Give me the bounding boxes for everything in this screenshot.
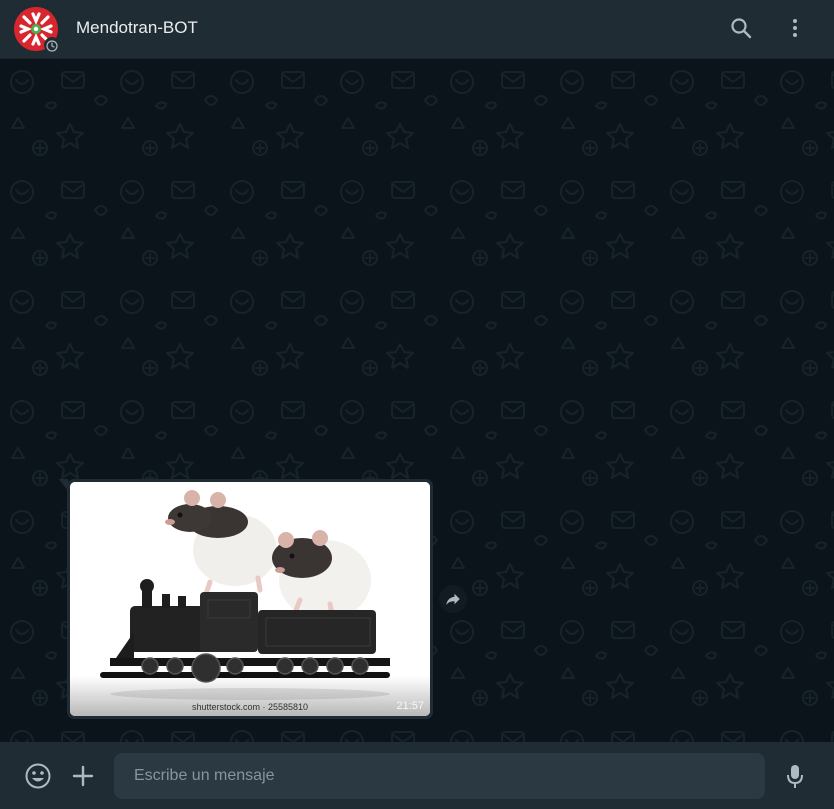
menu-button[interactable] xyxy=(781,14,809,42)
message-input-box[interactable] xyxy=(114,753,765,799)
composer-bar xyxy=(0,742,834,809)
microphone-icon xyxy=(787,765,803,788)
plus-icon xyxy=(72,765,94,787)
emoji-icon xyxy=(25,763,51,789)
chat-title[interactable]: Mendotran-BOT xyxy=(76,17,198,39)
image-watermark: shutterstock.com · 25585810 xyxy=(191,702,309,712)
message-timestamp: 21:57 xyxy=(396,700,424,712)
search-button[interactable] xyxy=(727,14,755,42)
image-message-bubble[interactable]: shutterstock.com · 25585810 21:57 xyxy=(59,479,433,719)
kebab-menu-icon xyxy=(793,19,797,37)
voice-message-button[interactable] xyxy=(780,761,810,791)
search-icon xyxy=(731,18,752,39)
chat-header: Mendotran-BOT xyxy=(0,0,834,59)
emoji-button[interactable] xyxy=(23,761,53,791)
conversation-panel[interactable]: shutterstock.com · 25585810 21:57 xyxy=(0,60,834,742)
bubble-tail xyxy=(59,479,68,491)
message-image[interactable]: shutterstock.com · 25585810 21:57 xyxy=(70,482,430,716)
avatar[interactable] xyxy=(14,7,60,53)
forward-icon xyxy=(446,593,460,605)
forward-button[interactable] xyxy=(439,585,467,613)
attach-button[interactable] xyxy=(68,761,98,791)
status-clock-icon xyxy=(44,37,60,53)
whatsapp-web-chat: Mendotran-BOT shutterstock.com · 2558581… xyxy=(0,0,834,809)
message-input[interactable] xyxy=(132,766,765,786)
